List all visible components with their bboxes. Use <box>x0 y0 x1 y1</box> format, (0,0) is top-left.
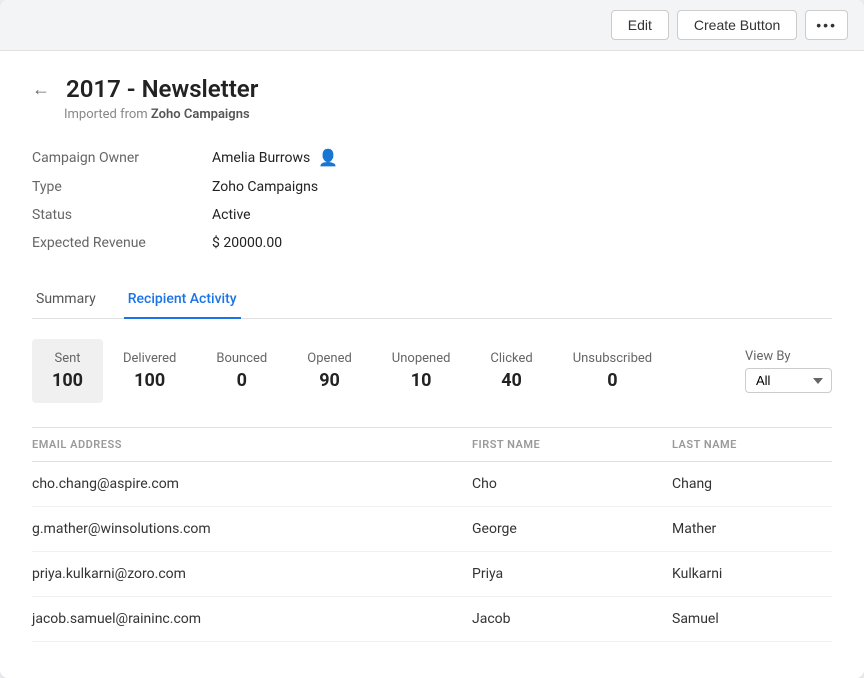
field-label-owner: Campaign Owner <box>32 150 212 166</box>
field-label-status: Status <box>32 207 212 223</box>
cell-email: cho.chang@aspire.com <box>32 476 472 492</box>
cell-firstname: Priya <box>472 566 672 582</box>
stat-delivered[interactable]: Delivered 100 <box>103 339 196 403</box>
stat-unopened-label: Unopened <box>392 351 451 366</box>
tabs-row: Summary Recipient Activity <box>32 281 832 319</box>
cell-firstname: George <box>472 521 672 537</box>
back-arrow-icon[interactable]: ← <box>32 79 50 100</box>
col-header-email: EMAIL ADDRESS <box>32 438 472 451</box>
main-window: Edit Create Button ••• ← 2017 - Newslett… <box>0 0 864 678</box>
owner-name: Amelia Burrows <box>212 150 310 166</box>
view-by-section: View By All Sent Opened <box>745 349 832 393</box>
table-row[interactable]: priya.kulkarni@zoro.com Priya Kulkarni <box>32 552 832 597</box>
stat-clicked[interactable]: Clicked 40 <box>470 339 552 403</box>
stat-opened-value: 90 <box>319 370 340 391</box>
stat-clicked-label: Clicked <box>490 351 532 366</box>
cell-lastname: Chang <box>672 476 832 492</box>
tab-summary[interactable]: Summary <box>32 281 100 319</box>
field-value-type: Zoho Campaigns <box>212 179 318 195</box>
page-header: ← 2017 - Newsletter <box>32 75 832 103</box>
stat-clicked-value: 40 <box>501 370 522 391</box>
field-row-owner: Campaign Owner Amelia Burrows 👤 <box>32 142 832 173</box>
view-by-select[interactable]: All Sent Opened <box>745 368 832 393</box>
stat-opened[interactable]: Opened 90 <box>287 339 372 403</box>
import-prefix: Imported from <box>64 107 148 122</box>
user-icon: 👤 <box>318 148 338 167</box>
import-source: Imported from Zoho Campaigns <box>64 107 832 122</box>
cell-lastname: Kulkarni <box>672 566 832 582</box>
field-row-type: Type Zoho Campaigns <box>32 173 832 201</box>
stat-delivered-label: Delivered <box>123 351 176 366</box>
table-row[interactable]: g.mather@winsolutions.com George Mather <box>32 507 832 552</box>
cell-email: g.mather@winsolutions.com <box>32 521 472 537</box>
field-value-revenue: $ 20000.00 <box>212 235 282 251</box>
cell-email: jacob.samuel@raininc.com <box>32 611 472 627</box>
field-value-owner: Amelia Burrows 👤 <box>212 148 338 167</box>
cell-lastname: Samuel <box>672 611 832 627</box>
stat-sent-value: 100 <box>52 370 83 391</box>
table-row[interactable]: jacob.samuel@raininc.com Jacob Samuel <box>32 597 832 642</box>
stat-bounced[interactable]: Bounced 0 <box>196 339 287 403</box>
field-row-status: Status Active <box>32 201 832 229</box>
cell-firstname: Jacob <box>472 611 672 627</box>
fields-section: Campaign Owner Amelia Burrows 👤 Type Zoh… <box>32 142 832 257</box>
stat-unopened[interactable]: Unopened 10 <box>372 339 471 403</box>
toolbar: Edit Create Button ••• <box>0 0 864 51</box>
table-rows-container: cho.chang@aspire.com Cho Chang g.mather@… <box>32 462 832 642</box>
page-title: 2017 - Newsletter <box>66 75 258 103</box>
field-label-revenue: Expected Revenue <box>32 235 212 251</box>
stat-sent[interactable]: Sent 100 <box>32 339 103 403</box>
table-row[interactable]: cho.chang@aspire.com Cho Chang <box>32 462 832 507</box>
stat-unsubscribed[interactable]: Unsubscribed 0 <box>553 339 672 403</box>
stat-unsubscribed-value: 0 <box>607 370 617 391</box>
create-button[interactable]: Create Button <box>677 10 797 40</box>
content-area: ← 2017 - Newsletter Imported from Zoho C… <box>0 51 864 678</box>
more-button[interactable]: ••• <box>805 10 848 40</box>
col-header-firstname: FIRST NAME <box>472 438 672 451</box>
cell-lastname: Mather <box>672 521 832 537</box>
stat-sent-label: Sent <box>54 351 80 366</box>
field-value-status: Active <box>212 207 251 223</box>
field-row-revenue: Expected Revenue $ 20000.00 <box>32 229 832 257</box>
stat-unopened-value: 10 <box>411 370 432 391</box>
stat-unsubscribed-label: Unsubscribed <box>573 351 652 366</box>
stat-delivered-value: 100 <box>134 370 165 391</box>
import-source-name: Zoho Campaigns <box>151 107 250 122</box>
table-header: EMAIL ADDRESS FIRST NAME LAST NAME <box>32 428 832 462</box>
cell-firstname: Cho <box>472 476 672 492</box>
stat-bounced-value: 0 <box>237 370 247 391</box>
cell-email: priya.kulkarni@zoro.com <box>32 566 472 582</box>
field-label-type: Type <box>32 179 212 195</box>
table-section: EMAIL ADDRESS FIRST NAME LAST NAME cho.c… <box>32 427 832 642</box>
col-header-lastname: LAST NAME <box>672 438 832 451</box>
edit-button[interactable]: Edit <box>611 10 669 40</box>
view-by-label: View By <box>745 349 791 364</box>
stats-bar: Sent 100 Delivered 100 Bounced 0 Opened … <box>32 339 832 403</box>
stat-bounced-label: Bounced <box>216 351 267 366</box>
stat-opened-label: Opened <box>307 351 352 366</box>
tab-recipient-activity[interactable]: Recipient Activity <box>124 281 241 319</box>
